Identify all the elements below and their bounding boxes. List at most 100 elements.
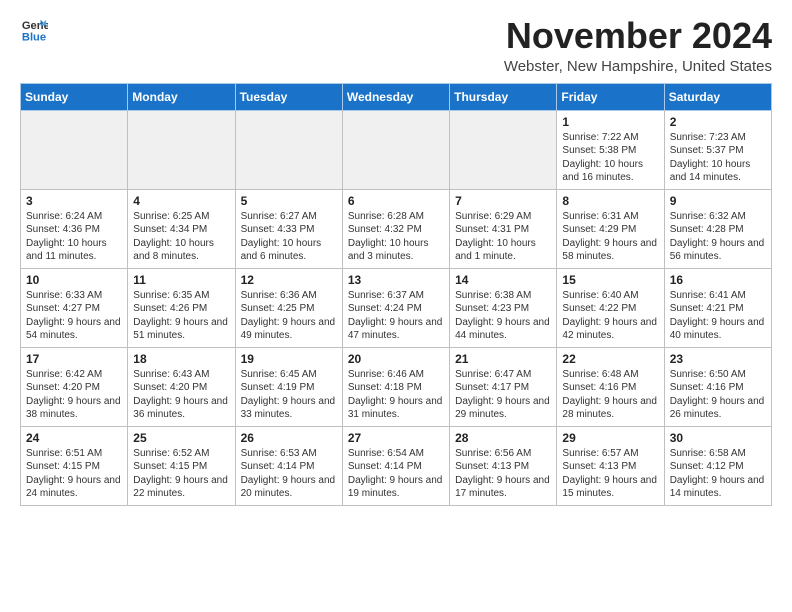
day-number: 9 [670, 194, 766, 208]
calendar-week-5: 24 Sunrise: 6:51 AM Sunset: 4:15 PM Dayli… [21, 426, 772, 505]
calendar-cell: 5 Sunrise: 6:27 AM Sunset: 4:33 PM Daylig… [235, 189, 342, 268]
weekday-header-saturday: Saturday [664, 83, 771, 110]
calendar-cell: 2 Sunrise: 7:23 AM Sunset: 5:37 PM Daylig… [664, 110, 771, 189]
calendar-cell: 1Sunrise: 7:22 AM Sunset: 5:38 PM Daylig… [557, 110, 664, 189]
calendar-cell: 8Sunrise: 6:31 AM Sunset: 4:29 PM Daylig… [557, 189, 664, 268]
calendar-cell: 14 Sunrise: 6:38 AM Sunset: 4:23 PM Dayli… [450, 268, 557, 347]
calendar-cell: 9 Sunrise: 6:32 AM Sunset: 4:28 PM Daylig… [664, 189, 771, 268]
calendar-week-3: 10 Sunrise: 6:33 AM Sunset: 4:27 PM Dayli… [21, 268, 772, 347]
day-number: 23 [670, 352, 766, 366]
calendar-week-2: 3 Sunrise: 6:24 AM Sunset: 4:36 PM Daylig… [21, 189, 772, 268]
cell-info: Sunrise: 6:32 AM Sunset: 4:28 PM Dayligh… [670, 210, 766, 264]
day-number: 27 [348, 431, 444, 445]
calendar-cell: 22 Sunrise: 6:48 AM Sunset: 4:16 PM Dayli… [557, 347, 664, 426]
day-number: 14 [455, 273, 551, 287]
day-number: 17 [26, 352, 122, 366]
calendar-body: 1Sunrise: 7:22 AM Sunset: 5:38 PM Daylig… [21, 110, 772, 505]
day-number: 16 [670, 273, 766, 287]
day-number: 15 [562, 273, 658, 287]
calendar-cell: 3 Sunrise: 6:24 AM Sunset: 4:36 PM Daylig… [21, 189, 128, 268]
cell-info: Sunrise: 6:56 AM Sunset: 4:13 PM Dayligh… [455, 447, 551, 501]
calendar-cell: 23Sunrise: 6:50 AM Sunset: 4:16 PM Dayli… [664, 347, 771, 426]
day-number: 20 [348, 352, 444, 366]
calendar-week-4: 17 Sunrise: 6:42 AM Sunset: 4:20 PM Dayli… [21, 347, 772, 426]
svg-text:Blue: Blue [22, 31, 46, 43]
day-number: 24 [26, 431, 122, 445]
day-number: 29 [562, 431, 658, 445]
cell-info: Sunrise: 6:25 AM Sunset: 4:34 PM Dayligh… [133, 210, 229, 264]
calendar-header: SundayMondayTuesdayWednesdayThursdayFrid… [21, 83, 772, 110]
cell-info: Sunrise: 6:27 AM Sunset: 4:33 PM Dayligh… [241, 210, 337, 264]
cell-info: Sunrise: 6:37 AM Sunset: 4:24 PM Dayligh… [348, 289, 444, 343]
day-number: 4 [133, 194, 229, 208]
cell-info: Sunrise: 6:41 AM Sunset: 4:21 PM Dayligh… [670, 289, 766, 343]
cell-info: Sunrise: 6:40 AM Sunset: 4:22 PM Dayligh… [562, 289, 658, 343]
calendar-cell: 18 Sunrise: 6:43 AM Sunset: 4:20 PM Dayli… [128, 347, 235, 426]
day-number: 30 [670, 431, 766, 445]
cell-info: Sunrise: 6:51 AM Sunset: 4:15 PM Dayligh… [26, 447, 122, 501]
calendar-cell: 16 Sunrise: 6:41 AM Sunset: 4:21 PM Dayli… [664, 268, 771, 347]
calendar-cell: 19Sunrise: 6:45 AM Sunset: 4:19 PM Dayli… [235, 347, 342, 426]
calendar-cell: 25 Sunrise: 6:52 AM Sunset: 4:15 PM Dayli… [128, 426, 235, 505]
day-number: 18 [133, 352, 229, 366]
logo: General Blue [20, 16, 48, 44]
day-number: 7 [455, 194, 551, 208]
calendar-cell: 10 Sunrise: 6:33 AM Sunset: 4:27 PM Dayli… [21, 268, 128, 347]
cell-info: Sunrise: 6:57 AM Sunset: 4:13 PM Dayligh… [562, 447, 658, 501]
weekday-header-row: SundayMondayTuesdayWednesdayThursdayFrid… [21, 83, 772, 110]
weekday-header-monday: Monday [128, 83, 235, 110]
calendar-cell: 15 Sunrise: 6:40 AM Sunset: 4:22 PM Dayli… [557, 268, 664, 347]
cell-info: Sunrise: 6:58 AM Sunset: 4:12 PM Dayligh… [670, 447, 766, 501]
calendar-cell: 26 Sunrise: 6:53 AM Sunset: 4:14 PM Dayli… [235, 426, 342, 505]
cell-info: Sunrise: 6:53 AM Sunset: 4:14 PM Dayligh… [241, 447, 337, 501]
location-title: Webster, New Hampshire, United States [504, 58, 772, 75]
cell-info: Sunrise: 6:36 AM Sunset: 4:25 PM Dayligh… [241, 289, 337, 343]
day-number: 26 [241, 431, 337, 445]
weekday-header-tuesday: Tuesday [235, 83, 342, 110]
day-number: 12 [241, 273, 337, 287]
cell-info: Sunrise: 6:33 AM Sunset: 4:27 PM Dayligh… [26, 289, 122, 343]
day-number: 28 [455, 431, 551, 445]
calendar-cell [128, 110, 235, 189]
day-number: 2 [670, 115, 766, 129]
cell-info: Sunrise: 6:35 AM Sunset: 4:26 PM Dayligh… [133, 289, 229, 343]
cell-info: Sunrise: 6:48 AM Sunset: 4:16 PM Dayligh… [562, 368, 658, 422]
cell-info: Sunrise: 6:38 AM Sunset: 4:23 PM Dayligh… [455, 289, 551, 343]
cell-info: Sunrise: 6:24 AM Sunset: 4:36 PM Dayligh… [26, 210, 122, 264]
calendar-cell [450, 110, 557, 189]
calendar-cell [235, 110, 342, 189]
cell-info: Sunrise: 7:23 AM Sunset: 5:37 PM Dayligh… [670, 131, 766, 185]
weekday-header-thursday: Thursday [450, 83, 557, 110]
cell-info: Sunrise: 6:52 AM Sunset: 4:15 PM Dayligh… [133, 447, 229, 501]
header: General Blue November 2024 Webster, New … [20, 16, 772, 75]
day-number: 5 [241, 194, 337, 208]
calendar-cell: 27 Sunrise: 6:54 AM Sunset: 4:14 PM Dayli… [342, 426, 449, 505]
cell-info: Sunrise: 6:31 AM Sunset: 4:29 PM Dayligh… [562, 210, 658, 264]
day-number: 6 [348, 194, 444, 208]
cell-info: Sunrise: 6:43 AM Sunset: 4:20 PM Dayligh… [133, 368, 229, 422]
calendar-week-1: 1Sunrise: 7:22 AM Sunset: 5:38 PM Daylig… [21, 110, 772, 189]
cell-info: Sunrise: 6:42 AM Sunset: 4:20 PM Dayligh… [26, 368, 122, 422]
cell-info: Sunrise: 6:28 AM Sunset: 4:32 PM Dayligh… [348, 210, 444, 264]
day-number: 10 [26, 273, 122, 287]
calendar-cell: 28 Sunrise: 6:56 AM Sunset: 4:13 PM Dayli… [450, 426, 557, 505]
weekday-header-wednesday: Wednesday [342, 83, 449, 110]
calendar-cell: 21Sunrise: 6:47 AM Sunset: 4:17 PM Dayli… [450, 347, 557, 426]
calendar-cell: 11Sunrise: 6:35 AM Sunset: 4:26 PM Dayli… [128, 268, 235, 347]
calendar-cell: 7Sunrise: 6:29 AM Sunset: 4:31 PM Daylig… [450, 189, 557, 268]
day-number: 25 [133, 431, 229, 445]
day-number: 22 [562, 352, 658, 366]
weekday-header-friday: Friday [557, 83, 664, 110]
title-section: November 2024 Webster, New Hampshire, Un… [504, 16, 772, 75]
calendar-cell: 20 Sunrise: 6:46 AM Sunset: 4:18 PM Dayli… [342, 347, 449, 426]
calendar-cell [21, 110, 128, 189]
weekday-header-sunday: Sunday [21, 83, 128, 110]
calendar-cell: 13Sunrise: 6:37 AM Sunset: 4:24 PM Dayli… [342, 268, 449, 347]
calendar-cell: 30 Sunrise: 6:58 AM Sunset: 4:12 PM Dayli… [664, 426, 771, 505]
cell-info: Sunrise: 6:47 AM Sunset: 4:17 PM Dayligh… [455, 368, 551, 422]
cell-info: Sunrise: 6:46 AM Sunset: 4:18 PM Dayligh… [348, 368, 444, 422]
day-number: 3 [26, 194, 122, 208]
cell-info: Sunrise: 6:54 AM Sunset: 4:14 PM Dayligh… [348, 447, 444, 501]
calendar-cell: 17 Sunrise: 6:42 AM Sunset: 4:20 PM Dayli… [21, 347, 128, 426]
calendar-cell: 6 Sunrise: 6:28 AM Sunset: 4:32 PM Daylig… [342, 189, 449, 268]
